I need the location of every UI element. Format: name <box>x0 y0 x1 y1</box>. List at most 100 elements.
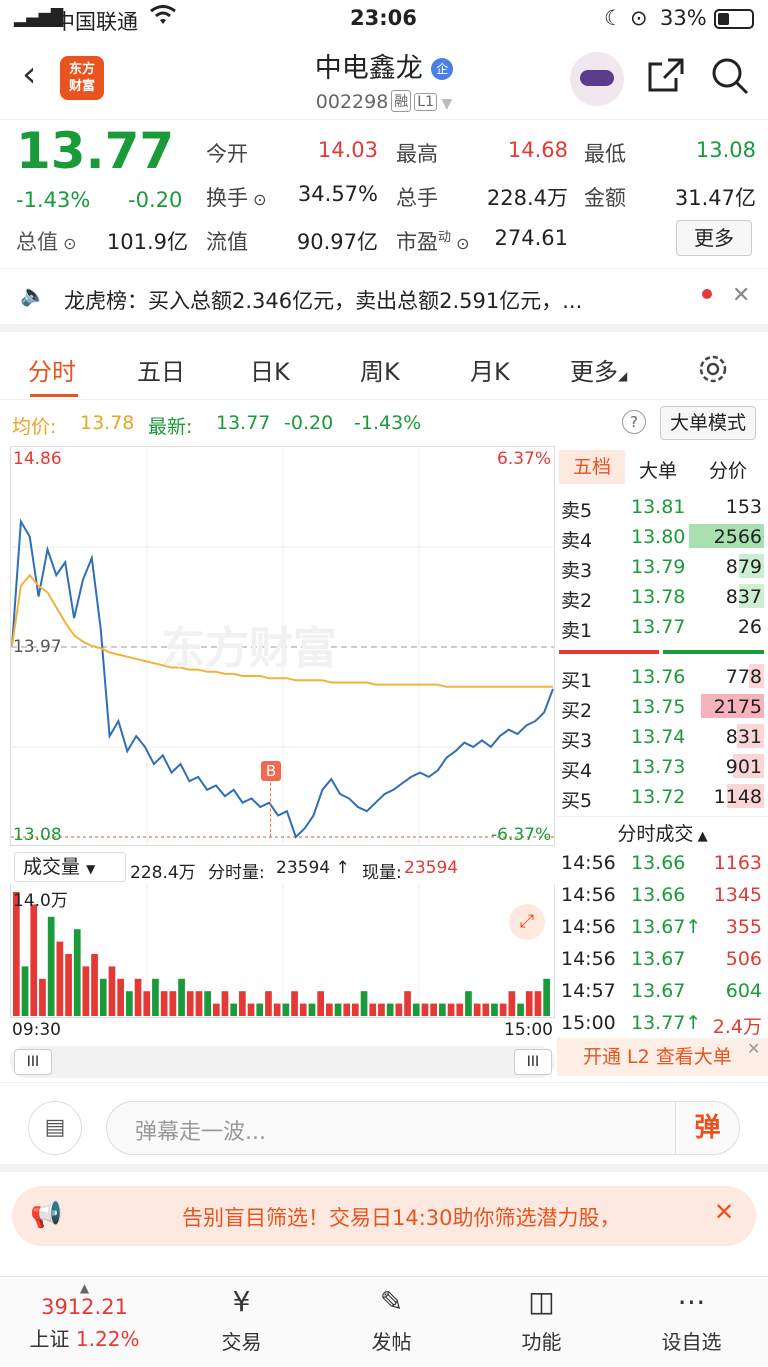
tab-intraday[interactable]: 分时 <box>28 352 76 387</box>
close-icon[interactable]: ✕ <box>732 283 750 308</box>
expand-icon[interactable]: ⤢ <box>509 904 545 940</box>
tab-daily-k[interactable]: 日K <box>250 352 290 387</box>
volume-label: 总手 <box>396 186 438 210</box>
tab-five-day[interactable]: 五日 <box>137 352 185 387</box>
volume-bar <box>247 1003 255 1016</box>
range-scrollbar[interactable]: III III <box>10 1046 555 1078</box>
bid-row-4: 买4 13.73 901 <box>561 754 764 782</box>
bottom-nav: ▲ 3912.21 上证 1.22% ¥ 交易 ✎ 发帖 ◫ 功能 ⋯ 设自选 <box>0 1276 768 1366</box>
l2-upsell[interactable]: 开通 L2 查看大单 ✕ <box>557 1038 768 1076</box>
volume-bar <box>525 991 533 1016</box>
trades-header[interactable]: 分时成交 ▲ <box>557 816 768 846</box>
volume-bar <box>126 991 133 1016</box>
volume-bar <box>352 1003 359 1016</box>
volume-bar <box>491 1003 498 1016</box>
tab-big-orders[interactable]: 大单 <box>639 456 677 483</box>
amount-value: 31.47亿 <box>674 186 756 210</box>
tab-five-levels[interactable]: 五档 <box>559 450 625 484</box>
mcap-value: 101.9亿 <box>106 230 188 254</box>
notice-bar[interactable]: 🔈 龙虎榜：买入总额2.346亿元，卖出总额2.591亿元，... ✕ <box>0 268 768 332</box>
time-start: 09:30 <box>12 1020 61 1040</box>
trade-row: 14:56 13.67 506 <box>561 948 762 970</box>
tab-more[interactable]: 更多◢ <box>570 352 627 387</box>
bottom-pct-label: -6.37% <box>491 825 552 845</box>
scroll-handle-left[interactable]: III <box>14 1049 52 1075</box>
speaker-icon: 🔈 <box>20 283 47 307</box>
lock-rotation-icon: ⊙ <box>630 6 648 30</box>
turnover-value: 34.57% <box>297 182 378 206</box>
volume-bar <box>21 966 29 1016</box>
volume-max-label: 14.0万 <box>13 891 68 911</box>
tick-volume: 23594 ↑ <box>276 858 350 878</box>
nav-index[interactable]: ▲ 3912.21 上证 1.22% <box>8 1277 161 1367</box>
avg-value: 13.78 <box>80 412 135 434</box>
volume-bar <box>334 1003 342 1016</box>
scroll-handle-right[interactable]: III <box>514 1049 552 1075</box>
more-button[interactable]: 更多 <box>676 220 752 256</box>
promo-banner[interactable]: 📢 告别盲目筛选！交易日14:30助你筛选潜力股， ✕ <box>12 1186 756 1246</box>
volume-bar <box>273 1003 281 1016</box>
mid-price-label: 13.97 <box>13 637 62 657</box>
tab-monthly-k[interactable]: 月K <box>470 352 510 387</box>
volume-header: 成交量 ▼ 228.4万 分时量: 23594 ↑ 现量: 23594 <box>10 850 555 884</box>
danmu-toggle[interactable]: 弹 <box>675 1102 739 1154</box>
volume-bar <box>343 1003 351 1016</box>
bid-row-3: 买3 13.74 831 <box>561 724 764 752</box>
nav-trade[interactable]: ¥ 交易 <box>165 1277 318 1367</box>
volume-chart[interactable]: 14.0万 ⤢ <box>10 884 555 1018</box>
big-order-mode-button[interactable]: 大单模式 <box>660 406 756 440</box>
bid-ask-ratio-bar <box>559 650 764 654</box>
volume-bar <box>447 1003 455 1016</box>
trade-row: 15:00 13.77↑ 2.4万 <box>561 1012 762 1038</box>
open-value: 14.03 <box>317 138 378 162</box>
volume-bar <box>213 1003 220 1016</box>
promo-close-icon[interactable]: ✕ <box>714 1198 734 1226</box>
note-icon[interactable]: ▤ <box>28 1101 82 1155</box>
volume-bar <box>160 991 168 1016</box>
volume-bar <box>56 941 64 1016</box>
tab-weekly-k[interactable]: 周K <box>360 352 400 387</box>
assistant-avatar[interactable] <box>570 52 624 106</box>
amount-label: 金额 <box>584 186 626 210</box>
volume-bar <box>543 978 550 1016</box>
nav-post[interactable]: ✎ 发帖 <box>315 1277 468 1367</box>
comment-input[interactable]: 弹幕走一波... 弹 <box>106 1101 740 1155</box>
nav-functions[interactable]: ◫ 功能 <box>465 1277 618 1367</box>
volume-bar <box>169 991 177 1016</box>
latest-pct: -1.43% <box>354 412 422 434</box>
settings-gear-icon[interactable] <box>696 352 730 392</box>
volume-bar <box>204 991 211 1016</box>
volume-bar <box>39 978 46 1016</box>
ask-row-3: 卖3 13.79 879 <box>561 554 764 582</box>
volume-bar <box>465 991 472 1016</box>
indicator-dropdown[interactable]: 成交量 ▼ <box>14 852 126 882</box>
volume-bar <box>265 991 272 1016</box>
volume-bar <box>308 1003 316 1016</box>
trade-row: 14:56 13.67↑ 355 <box>561 916 762 938</box>
search-icon[interactable] <box>710 56 750 100</box>
clock: 23:06 <box>350 6 417 30</box>
share-icon[interactable] <box>646 56 686 100</box>
price-line: 均价: 13.78 最新: 13.77 -0.20 -1.43% ? 大单模式 <box>0 402 768 444</box>
volume-bar <box>326 1003 333 1016</box>
volume-bar <box>456 1003 464 1016</box>
tab-price-split[interactable]: 分价 <box>709 456 747 483</box>
status-bar: ▂▄▆█ 中国联通 23:06 ☾ ⊙ 33% <box>0 0 768 38</box>
buy-marker-line <box>270 783 271 837</box>
bid-row-2: 买2 13.75 2175 <box>561 694 764 722</box>
trade-row: 14:56 13.66 1163 <box>561 852 762 874</box>
volume-bar <box>482 1003 490 1016</box>
volume-bar <box>195 991 203 1016</box>
help-icon[interactable]: ? <box>622 410 646 434</box>
more-dots-icon: ⋯ <box>677 1285 706 1318</box>
volume-bar <box>82 966 90 1016</box>
volume-bar <box>152 978 159 1016</box>
buy-marker[interactable]: B <box>261 761 281 781</box>
low-value: 13.08 <box>695 138 756 162</box>
nav-watchlist[interactable]: ⋯ 设自选 <box>615 1277 768 1367</box>
volume-bar <box>317 991 324 1016</box>
l2-close-icon[interactable]: ✕ <box>747 1030 760 1068</box>
intraday-chart[interactable]: 东方财富 14.86 6.37% 13.97 13.08 -6.37% B <box>10 446 555 846</box>
order-book: 五档 大单 分价 卖5 13.81 153 卖4 13.80 2566 卖3 13.79 8… <box>557 446 768 1086</box>
trade-row: 14:56 13.66 1345 <box>561 884 762 906</box>
